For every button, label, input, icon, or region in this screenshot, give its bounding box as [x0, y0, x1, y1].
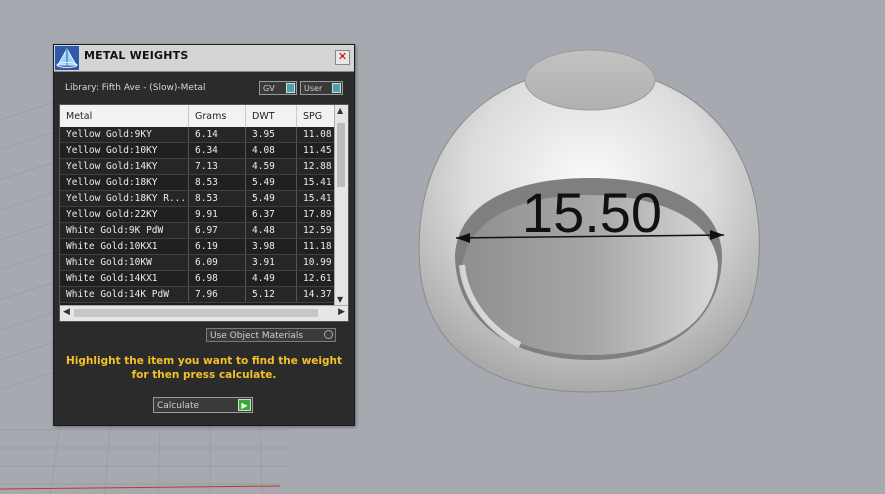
- cell-dwt: 4.08: [245, 142, 297, 159]
- table-row[interactable]: Yellow Gold:22KY 9.91 6.37 17.89: [60, 206, 344, 223]
- cell-grams: 8.53: [188, 190, 246, 207]
- cell-metal: White Gold:9K PdW: [60, 222, 189, 239]
- table-row[interactable]: White Gold:14K PdW 7.96 5.12 14.37: [60, 286, 344, 303]
- cell-dwt: 5.49: [245, 174, 297, 191]
- cell-metal: Yellow Gold:22KY: [60, 206, 189, 223]
- cell-metal: White Gold:10KW: [60, 254, 189, 271]
- instruction-text: Highlight the item you want to find the …: [54, 354, 354, 382]
- table-row[interactable]: Yellow Gold:18KY 8.53 5.49 15.41: [60, 174, 344, 191]
- cell-dwt: 4.59: [245, 158, 297, 175]
- pyramid-logo-icon: [55, 46, 79, 70]
- use-object-materials-label: Use Object Materials: [210, 331, 304, 341]
- header-metal[interactable]: Metal: [60, 105, 189, 127]
- cell-metal: White Gold:14KX1: [60, 270, 189, 287]
- library-label: Library: Fifth Ave - (Slow)-Metal: [65, 83, 206, 93]
- dimension-value: 15.50: [522, 181, 662, 244]
- cell-dwt: 3.95: [245, 127, 297, 143]
- panel-title: METAL WEIGHTS: [84, 49, 189, 62]
- horizontal-scrollbar[interactable]: ◀ ▶: [60, 305, 348, 321]
- cell-metal: Yellow Gold:10KY: [60, 142, 189, 159]
- instruction-line-2: for then press calculate.: [131, 369, 277, 381]
- table-row[interactable]: Yellow Gold:10KY 6.34 4.08 11.45: [60, 142, 344, 159]
- cell-dwt: 4.48: [245, 222, 297, 239]
- cell-grams: 6.98: [188, 270, 246, 287]
- header-dwt[interactable]: DWT: [245, 105, 297, 127]
- vertical-scrollbar[interactable]: ▲ ▼: [334, 105, 348, 305]
- calculate-label: Calculate: [157, 401, 200, 411]
- cell-metal: Yellow Gold:9KY: [60, 127, 189, 143]
- calculate-button[interactable]: Calculate ▶: [153, 397, 253, 413]
- cell-metal: Yellow Gold:14KY: [60, 158, 189, 175]
- cell-grams: 6.97: [188, 222, 246, 239]
- gv-toggle-label: GV: [263, 84, 275, 93]
- toggle-knob-icon: [286, 83, 295, 93]
- cell-dwt: 3.91: [245, 254, 297, 271]
- header-grams[interactable]: Grams: [188, 105, 246, 127]
- scroll-left-icon[interactable]: ◀: [63, 307, 70, 317]
- table-row[interactable]: White Gold:10KW 6.09 3.91 10.99: [60, 254, 344, 271]
- cell-grams: 7.13: [188, 158, 246, 175]
- cell-metal: Yellow Gold:18KY: [60, 174, 189, 191]
- toggle-knob-icon: [332, 83, 341, 93]
- cell-dwt: 5.49: [245, 190, 297, 207]
- cell-dwt: 5.12: [245, 286, 297, 303]
- metal-table: Metal Grams DWT SPG Yellow Gold:9KY 6.14 3…: [59, 104, 349, 322]
- vertical-scroll-thumb[interactable]: [337, 123, 345, 187]
- cell-metal: Yellow Gold:18KY R...: [60, 190, 189, 207]
- scroll-up-icon[interactable]: ▲: [337, 106, 343, 115]
- table-row[interactable]: White Gold:9K PdW 6.97 4.48 12.59: [60, 222, 344, 239]
- cell-metal: White Gold:14K PdW: [60, 286, 189, 303]
- table-row[interactable]: Yellow Gold:14KY 7.13 4.59 12.88: [60, 158, 344, 175]
- radio-icon[interactable]: [324, 330, 333, 339]
- instruction-line-1: Highlight the item you want to find the …: [66, 355, 342, 367]
- cell-grams: 6.14: [188, 127, 246, 143]
- close-icon[interactable]: ✕: [335, 50, 350, 65]
- panel-titlebar[interactable]: METAL WEIGHTS ✕: [54, 45, 354, 72]
- use-object-materials-option[interactable]: Use Object Materials: [206, 328, 336, 342]
- table-row[interactable]: Yellow Gold:18KY R... 8.53 5.49 15.41: [60, 190, 344, 207]
- table-row[interactable]: White Gold:14KX1 6.98 4.49 12.61: [60, 270, 344, 287]
- table-row[interactable]: White Gold:10KX1 6.19 3.98 11.18: [60, 238, 344, 255]
- cell-grams: 8.53: [188, 174, 246, 191]
- cell-grams: 6.19: [188, 238, 246, 255]
- cell-metal: White Gold:10KX1: [60, 238, 189, 255]
- metal-weights-panel: METAL WEIGHTS ✕ Library: Fifth Ave - (Sl…: [53, 44, 355, 426]
- horizontal-scroll-thumb[interactable]: [74, 309, 318, 317]
- user-toggle-label: User: [304, 84, 323, 93]
- cell-grams: 6.09: [188, 254, 246, 271]
- cell-dwt: 4.49: [245, 270, 297, 287]
- table-row[interactable]: Yellow Gold:9KY 6.14 3.95 11.08: [60, 127, 344, 143]
- cell-grams: 9.91: [188, 206, 246, 223]
- scroll-right-icon[interactable]: ▶: [338, 307, 345, 317]
- gv-toggle[interactable]: GV: [259, 81, 297, 95]
- cell-grams: 6.34: [188, 142, 246, 159]
- play-arrow-icon[interactable]: ▶: [238, 399, 251, 411]
- user-toggle[interactable]: User: [300, 81, 343, 95]
- cell-dwt: 6.37: [245, 206, 297, 223]
- x-axis-line: [0, 485, 281, 490]
- scroll-down-icon[interactable]: ▼: [337, 295, 343, 304]
- cell-dwt: 3.98: [245, 238, 297, 255]
- cell-grams: 7.96: [188, 286, 246, 303]
